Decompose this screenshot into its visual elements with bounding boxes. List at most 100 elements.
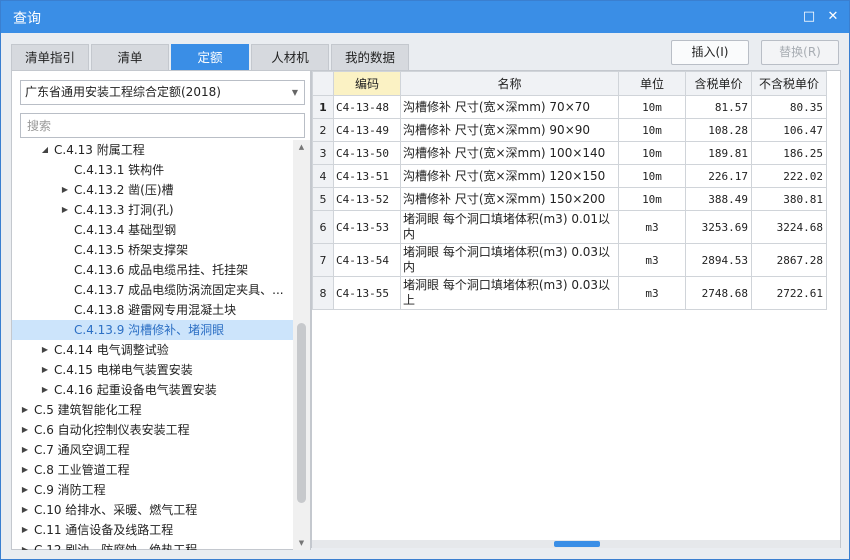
collapsed-arrow-icon[interactable]: ▶ xyxy=(60,200,70,220)
tree-item-label: C.12 刷油、防腐蚀、绝热工程 xyxy=(34,543,198,550)
table-row[interactable]: 5 C4-13-52 沟槽修补 尺寸(宽×深mm) 150×200 10m 388.49… xyxy=(312,187,827,211)
insert-button[interactable]: 插入(I) xyxy=(671,40,749,65)
price-tax-header[interactable]: 含税单价 xyxy=(685,71,752,96)
table-row[interactable]: 3 C4-13-50 沟槽修补 尺寸(宽×深mm) 100×140 10m 189.81… xyxy=(312,141,827,165)
row-number-cell: 3 xyxy=(312,141,334,165)
unit-header[interactable]: 单位 xyxy=(618,71,686,96)
row-number-cell: 2 xyxy=(312,118,334,142)
collapsed-arrow-icon[interactable]: ▶ xyxy=(40,340,50,360)
tab-quota[interactable]: 定额 xyxy=(171,44,249,70)
name-cell: 堵洞眼 每个洞口填堵体积(m3) 0.03以内 xyxy=(400,243,619,277)
name-header[interactable]: 名称 xyxy=(400,71,619,96)
price-tax-cell: 226.17 xyxy=(685,164,752,188)
collapsed-arrow-icon[interactable]: ▶ xyxy=(20,440,30,460)
collapsed-arrow-icon[interactable]: ▶ xyxy=(40,360,50,380)
tree-item[interactable]: ▶ C.6 自动化控制仪表安装工程 xyxy=(12,420,293,440)
collapsed-arrow-icon[interactable]: ▶ xyxy=(20,520,30,540)
tree-item[interactable]: ▶ C.4.15 电梯电气装置安装 xyxy=(12,360,293,380)
tree-item[interactable]: ▶ C.10 给排水、采暖、燃气工程 xyxy=(12,500,293,520)
price-tax-cell: 3253.69 xyxy=(685,210,752,244)
table-scrollbar[interactable] xyxy=(312,540,840,548)
tab-my-data[interactable]: 我的数据 xyxy=(331,44,409,70)
tree-item-label: C.4.13.1 铁构件 xyxy=(74,163,165,177)
table-row[interactable]: 7 C4-13-54 堵洞眼 每个洞口填堵体积(m3) 0.03以内 m3 2894.5… xyxy=(312,243,827,277)
unit-cell: 10m xyxy=(618,95,686,119)
name-cell: 沟槽修补 尺寸(宽×深mm) 150×200 xyxy=(400,187,619,211)
tree-item[interactable]: C.4.13.9 沟槽修补、堵洞眼 xyxy=(12,320,293,340)
price-notax-cell: 380.81 xyxy=(751,187,827,211)
table-row[interactable]: 4 C4-13-51 沟槽修补 尺寸(宽×深mm) 120×150 10m 226.17… xyxy=(312,164,827,188)
tree-item-label: C.4.14 电气调整试验 xyxy=(54,343,169,357)
collapsed-arrow-icon[interactable]: ▶ xyxy=(20,460,30,480)
tree-item[interactable]: ▶ C.11 通信设备及线路工程 xyxy=(12,520,293,540)
table-row[interactable]: 1 C4-13-48 沟槽修补 尺寸(宽×深mm) 70×70 10m 81.57 80.… xyxy=(312,95,827,119)
table-row[interactable]: 6 C4-13-53 堵洞眼 每个洞口填堵体积(m3) 0.01以内 m3 3253.6… xyxy=(312,210,827,244)
tab-bill-guide[interactable]: 清单指引 xyxy=(11,44,89,70)
library-select[interactable]: 广东省通用安装工程综合定额(2018) ▼ xyxy=(20,80,305,105)
tree-item-label: C.4.13.4 基础型钢 xyxy=(74,223,177,237)
tree-item[interactable]: C.4.13.5 桥架支撑架 xyxy=(12,240,293,260)
restore-icon[interactable]: □ xyxy=(801,9,817,25)
expanded-arrow-icon[interactable]: ◢ xyxy=(40,140,50,160)
scroll-grip-icon[interactable] xyxy=(554,541,600,547)
tree-item[interactable]: ▶ C.7 通风空调工程 xyxy=(12,440,293,460)
collapsed-arrow-icon[interactable]: ▶ xyxy=(40,380,50,400)
collapsed-arrow-icon[interactable]: ▶ xyxy=(20,500,30,520)
tree-item[interactable]: ▶ C.5 建筑智能化工程 xyxy=(12,400,293,420)
tree-item[interactable]: ▶ C.4.13.2 凿(压)槽 xyxy=(12,180,293,200)
tree-scrollbar[interactable]: ▲ ▼ xyxy=(293,140,310,550)
tree-item[interactable]: ▶ C.12 刷油、防腐蚀、绝热工程 xyxy=(12,540,293,550)
tree-item-label: C.4.13.3 打洞(孔) xyxy=(74,203,174,217)
tree-item-label: C.8 工业管道工程 xyxy=(34,463,130,477)
collapsed-arrow-icon[interactable]: ▶ xyxy=(20,540,30,550)
chevron-down-icon: ▼ xyxy=(291,88,298,97)
replace-button[interactable]: 替换(R) xyxy=(761,40,839,65)
tree-item-label: C.4.13.5 桥架支撑架 xyxy=(74,243,189,257)
name-cell: 沟槽修补 尺寸(宽×深mm) 90×90 xyxy=(400,118,619,142)
tree-item-label: C.4.13 附属工程 xyxy=(54,143,145,157)
library-select-value: 广东省通用安装工程综合定额(2018) xyxy=(25,85,221,99)
code-cell: C4-13-50 xyxy=(333,141,401,165)
title-bar[interactable]: 查询 □ ✕ xyxy=(1,1,849,33)
tree-item[interactable]: C.4.13.8 避雷网专用混凝土块 xyxy=(12,300,293,320)
table-header-row: 编码 名称 单位 含税单价 不含税单价 xyxy=(312,71,827,96)
price-notax-cell: 80.35 xyxy=(751,95,827,119)
price-notax-cell: 186.25 xyxy=(751,141,827,165)
tree-item[interactable]: ▶ C.4.13.3 打洞(孔) xyxy=(12,200,293,220)
collapsed-arrow-icon[interactable]: ▶ xyxy=(20,480,30,500)
tree-item-label: C.4.13.8 避雷网专用混凝土块 xyxy=(74,303,237,317)
query-window: 查询 □ ✕ 清单指引 清单 定额 人材机 我的数据 插入(I) 替换(R) 广… xyxy=(0,0,850,560)
tree-item[interactable]: C.4.13.7 成品电缆防涡流固定夹具、... xyxy=(12,280,293,300)
collapsed-arrow-icon[interactable]: ▶ xyxy=(20,400,30,420)
tree-item[interactable]: C.4.13.6 成品电缆吊挂、托挂架 xyxy=(12,260,293,280)
close-icon[interactable]: ✕ xyxy=(825,9,841,25)
tree-item[interactable]: ▶ C.8 工业管道工程 xyxy=(12,460,293,480)
row-number-cell: 1 xyxy=(312,95,334,119)
row-number-cell: 8 xyxy=(312,276,334,310)
search-input[interactable] xyxy=(20,113,305,138)
code-cell: C4-13-48 xyxy=(333,95,401,119)
table-row[interactable]: 2 C4-13-49 沟槽修补 尺寸(宽×深mm) 90×90 10m 108.28 10… xyxy=(312,118,827,142)
tree-item[interactable]: ▶ C.9 消防工程 xyxy=(12,480,293,500)
table-row[interactable]: 8 C4-13-55 堵洞眼 每个洞口填堵体积(m3) 0.03以上 m3 2748.6… xyxy=(312,276,827,310)
code-header[interactable]: 编码 xyxy=(333,71,401,96)
tree-item[interactable]: ▶ C.4.16 起重设备电气装置安装 xyxy=(12,380,293,400)
row-number-header xyxy=(312,71,334,96)
collapsed-arrow-icon[interactable]: ▶ xyxy=(20,420,30,440)
tree-item[interactable]: C.4.13.4 基础型钢 xyxy=(12,220,293,240)
collapsed-arrow-icon[interactable]: ▶ xyxy=(60,180,70,200)
price-tax-cell: 108.28 xyxy=(685,118,752,142)
quota-tree: ◢ C.4.13 附属工程 C.4.13.1 铁构件 ▶ C.4.13.2 凿(压)槽 ▶… xyxy=(12,140,293,550)
price-notax-cell: 222.02 xyxy=(751,164,827,188)
name-cell: 沟槽修补 尺寸(宽×深mm) 100×140 xyxy=(400,141,619,165)
tab-bill[interactable]: 清单 xyxy=(91,44,169,70)
price-notax-header[interactable]: 不含税单价 xyxy=(751,71,827,96)
scroll-down-icon[interactable]: ▼ xyxy=(293,536,310,550)
scroll-up-icon[interactable]: ▲ xyxy=(293,140,310,154)
tree-item[interactable]: C.4.13.1 铁构件 xyxy=(12,160,293,180)
price-tax-cell: 2894.53 xyxy=(685,243,752,277)
tree-item[interactable]: ▶ C.4.14 电气调整试验 xyxy=(12,340,293,360)
tree-item[interactable]: ◢ C.4.13 附属工程 xyxy=(12,140,293,160)
scrollbar-thumb[interactable] xyxy=(297,323,306,503)
tab-labor-material[interactable]: 人材机 xyxy=(251,44,329,70)
